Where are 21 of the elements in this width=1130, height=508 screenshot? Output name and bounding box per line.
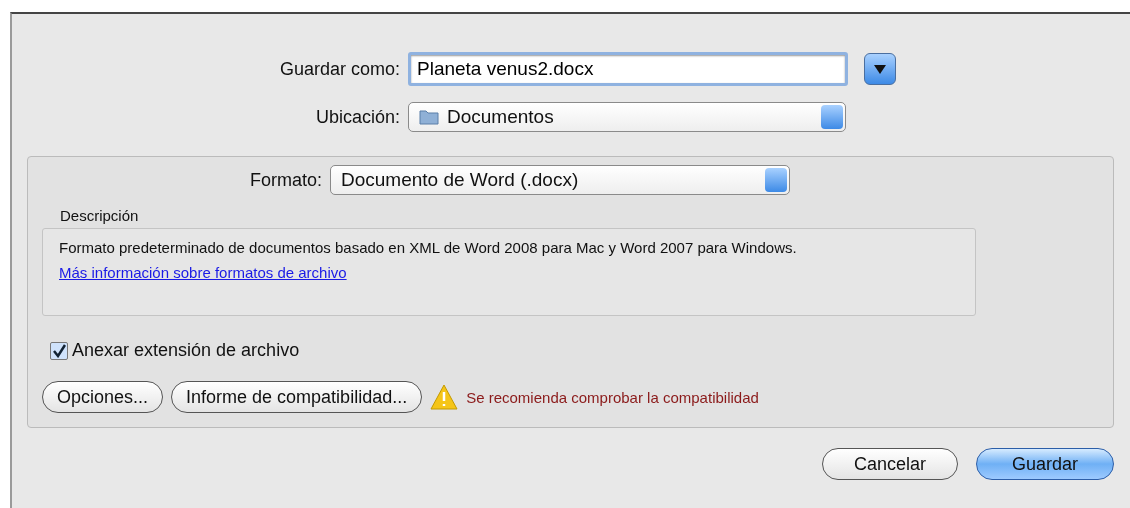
append-extension-label[interactable]: Anexar extensión de archivo (50, 340, 1099, 361)
dialog-button[interactable]: Guardar (976, 448, 1114, 480)
format-popup[interactable]: Documento de Word (.docx) (330, 165, 790, 195)
save-as-label: Guardar como: (278, 58, 400, 80)
format-label: Formato: (248, 169, 322, 191)
location-popup[interactable]: Documentos (408, 102, 846, 132)
warning-icon (430, 384, 459, 410)
expand-button[interactable] (864, 53, 896, 85)
formats-info-link[interactable]: Más información sobre formatos de archivo (59, 264, 347, 281)
dialog-button[interactable]: Cancelar (822, 448, 958, 480)
option-button[interactable]: Informe de compatibilidad... (171, 381, 423, 413)
warning-text: Se recomienda comprobar la compatibilidad (466, 388, 759, 406)
checkmark-icon (52, 343, 66, 358)
folder-icon (419, 109, 439, 125)
option-button[interactable]: Opciones... (42, 381, 164, 413)
location-label: Ubicación: (314, 106, 400, 128)
description-text: Formato predeterminado de documentos basado en XML de Word 2008 para Mac y Word 2007 para Windows. (59, 238, 798, 257)
triangle-down-icon (874, 64, 886, 74)
checkbox[interactable] (50, 341, 68, 360)
file-name-field[interactable]: Planeta venus2.docx (408, 52, 848, 86)
description-title: Descripción (60, 207, 140, 224)
